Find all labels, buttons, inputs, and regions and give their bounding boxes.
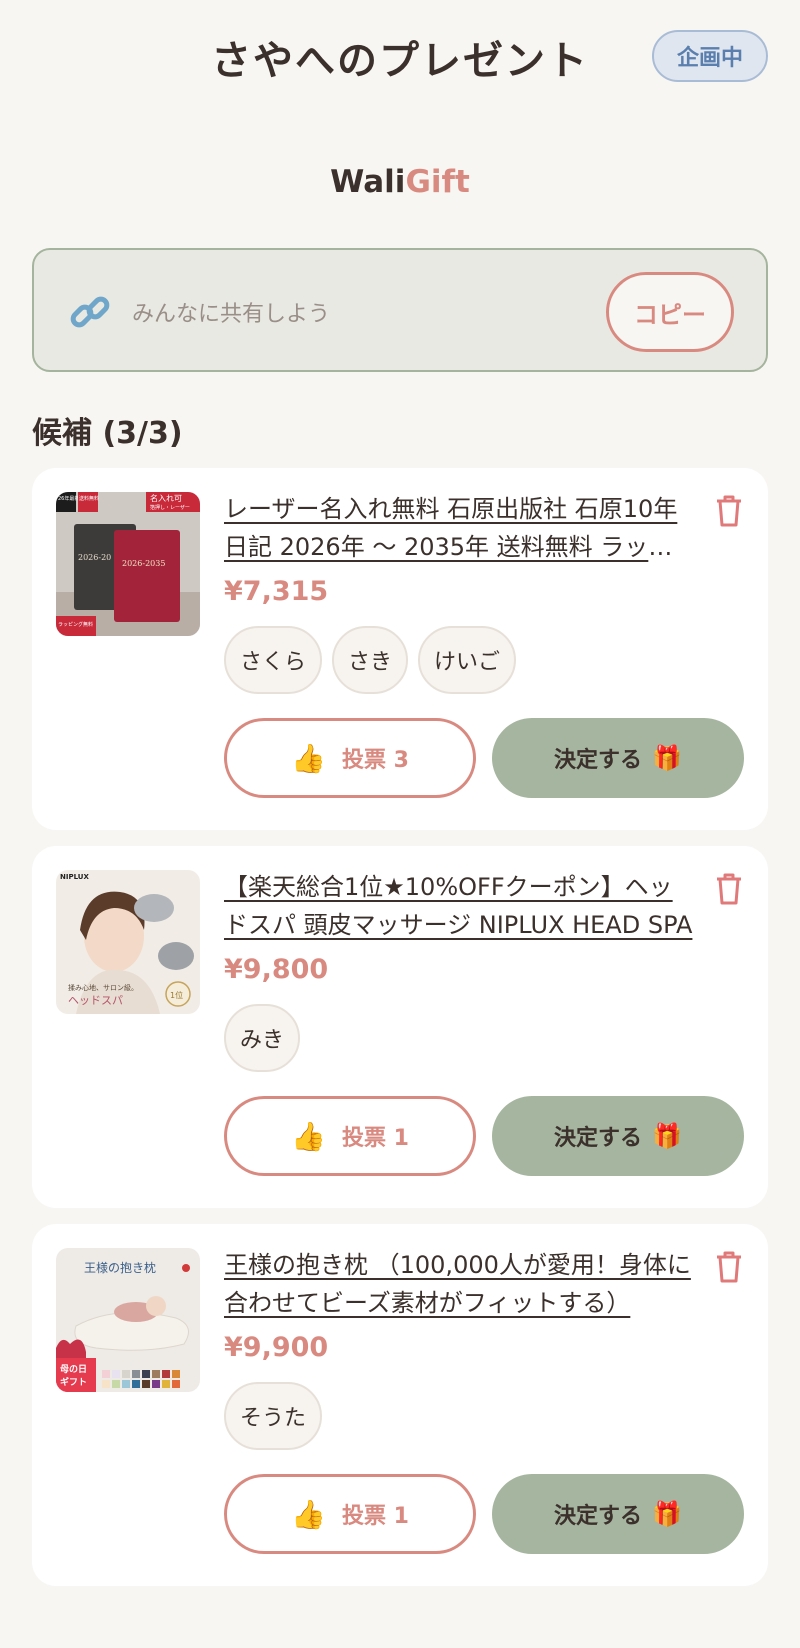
copy-button[interactable]: コピー: [606, 272, 734, 352]
product-price: ¥9,800: [224, 954, 329, 985]
thumb-corner-mid: 送料無料: [79, 495, 99, 502]
svg-text:2026-20: 2026-20: [78, 553, 111, 562]
decide-button[interactable]: 決定する 🎁: [492, 1474, 744, 1554]
thumb-corner-right-sub: 箔押し・レーザー: [150, 504, 190, 511]
vote-button[interactable]: 👍 投票 1: [224, 1474, 476, 1554]
product-title-link[interactable]: 【楽天総合1位★10%OFFクーポン】ヘッドスパ 頭皮マッサージ NIPLUX …: [224, 868, 694, 944]
candidate-card: NIPLUX 揉み心地、サロン級。 ヘッドスパ 1位 【楽天総合1位★10%OF…: [32, 846, 768, 1208]
thumb-corner-right: 名入れ可: [150, 493, 182, 503]
gift-icon: 🎁: [652, 1500, 682, 1528]
candidates-section-title: 候補 (3/3): [32, 416, 183, 451]
thumb-tagline: 揉み心地、サロン級。: [68, 983, 138, 992]
candidate-card: 2026-2035 2026-20 26年最新版 送料無料 名入れ可 箔押し・レ…: [32, 468, 768, 830]
product-price: ¥9,900: [224, 1332, 329, 1363]
logo-text-wali: Wali: [330, 164, 406, 200]
product-title-link[interactable]: レーザー名入れ無料 石原出版社 石原10年日記 2026年 〜 2035年 送料…: [224, 490, 694, 566]
candidate-card: 王様の抱き枕 母の日 ギフト 王様の抱き枕 （100,000人が愛用！身体に合わ…: [32, 1224, 768, 1586]
vote-label: 投票 1: [341, 1126, 409, 1151]
walligift-logo: WaliGift: [0, 164, 800, 200]
voter-chip: みき: [224, 1004, 301, 1072]
decide-label: 決定する: [554, 748, 643, 773]
voter-chip: さくら: [224, 626, 323, 694]
decide-button[interactable]: 決定する 🎁: [492, 1096, 744, 1176]
decide-label: 決定する: [554, 1126, 643, 1151]
gift-icon: 🎁: [652, 744, 682, 772]
vote-button[interactable]: 👍 投票 1: [224, 1096, 476, 1176]
thumb-badge-line1: 母の日: [60, 1364, 87, 1375]
thumb-book-text: 2026-2035: [122, 559, 165, 568]
product-thumbnail[interactable]: NIPLUX 揉み心地、サロン級。 ヘッドスパ 1位: [56, 870, 200, 1014]
trash-icon[interactable]: [714, 1250, 744, 1284]
gift-icon: 🎁: [652, 1122, 682, 1150]
logo-text-gift: Gift: [405, 164, 470, 200]
trash-icon[interactable]: [714, 872, 744, 906]
share-box: みんなに共有しよう コピー: [32, 248, 768, 372]
decide-label: 決定する: [554, 1504, 643, 1529]
vote-button[interactable]: 👍 投票 3: [224, 718, 476, 798]
product-thumbnail[interactable]: 2026-2035 2026-20 26年最新版 送料無料 名入れ可 箔押し・レ…: [56, 492, 200, 636]
decide-button[interactable]: 決定する 🎁: [492, 718, 744, 798]
product-thumbnail[interactable]: 王様の抱き枕 母の日 ギフト: [56, 1248, 200, 1392]
thumb-badge-line2: ギフト: [60, 1376, 87, 1388]
thumb-product: ヘッドスパ: [68, 994, 123, 1007]
vote-label: 投票 3: [341, 748, 409, 773]
voter-chip: そうた: [224, 1382, 323, 1450]
voter-list: そうた: [224, 1382, 323, 1450]
voter-list: さくら さき けいご: [224, 626, 517, 694]
voter-chip: さき: [332, 626, 409, 694]
thumb-brand: NIPLUX: [60, 873, 89, 881]
thumbs-up-icon: 👍: [291, 741, 326, 775]
voter-chip: けいご: [418, 626, 517, 694]
share-text: みんなに共有しよう: [132, 302, 331, 327]
thumb-rank: 1位: [170, 990, 183, 1000]
thumb-bottom-badge: ラッピング無料: [58, 621, 93, 628]
thumbs-up-icon: 👍: [291, 1497, 326, 1531]
vote-label: 投票 1: [341, 1504, 409, 1529]
trash-icon[interactable]: [714, 494, 744, 528]
product-price: ¥7,315: [224, 576, 329, 607]
thumbs-up-icon: 👍: [291, 1119, 326, 1153]
status-badge: 企画中: [652, 30, 768, 82]
link-icon: [70, 296, 110, 328]
header: さやへのプレゼント 企画中: [0, 0, 800, 110]
thumb-heading: 王様の抱き枕: [84, 1260, 156, 1275]
product-title-link[interactable]: 王様の抱き枕 （100,000人が愛用！身体に合わせてビーズ素材がフィットする）: [224, 1246, 694, 1322]
voter-list: みき: [224, 1004, 301, 1072]
